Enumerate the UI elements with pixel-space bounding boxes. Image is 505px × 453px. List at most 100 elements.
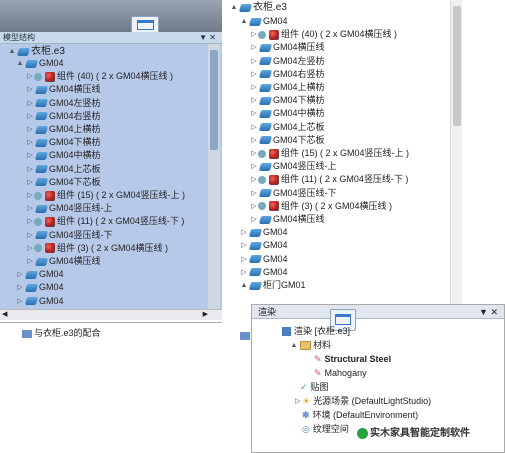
expand-arrow-icon[interactable]: ▷ (26, 242, 34, 255)
tree-item[interactable]: ▷ GM04 (240, 226, 287, 239)
tree-item[interactable]: ▷ GM04右竖枋 (250, 68, 324, 81)
tree-item[interactable]: ▷ GM04右竖枋 (26, 110, 100, 123)
expand-arrow-icon[interactable]: ▷ (250, 187, 258, 200)
expand-arrow-icon[interactable]: ▷ (240, 266, 248, 279)
tree-item[interactable]: ▷ GM04竖压线-下 (26, 229, 112, 242)
tree-item[interactable]: ▷ GM04横压线 (26, 83, 100, 96)
tree-item[interactable]: ▷ 组件 (11) ( 2 x GM04竖压线-下 ) (26, 215, 184, 228)
expand-arrow-icon[interactable]: ▷ (240, 239, 248, 252)
tree-item[interactable]: ▷ GM04上芯板 (250, 121, 324, 134)
expand-arrow-icon[interactable]: ▷ (26, 136, 34, 149)
expand-arrow-icon[interactable]: ▷ (250, 41, 258, 54)
expand-arrow-icon[interactable]: ▲ (290, 339, 298, 352)
expand-arrow-icon[interactable]: ▷ (250, 28, 258, 41)
model-tree-left[interactable]: ▲ 衣柜.e3 ▲ GM04 ▷ 组件 (40) ( 2 x GM04横压线 ) ▷ GM… (0, 44, 222, 320)
expand-arrow-icon[interactable]: ▷ (240, 253, 248, 266)
tree-item[interactable]: ▷ GM04左竖枋 (250, 55, 324, 68)
expand-arrow-icon[interactable]: ▷ (16, 268, 24, 281)
tree-item[interactable]: ▲ 柜门GM01 (240, 279, 306, 292)
tree-item[interactable]: ▷ 组件 (11) ( 2 x GM04竖压线-下 ) (250, 173, 408, 186)
expand-arrow-icon[interactable]: ▷ (250, 121, 258, 134)
expand-arrow-icon[interactable]: ▷ (26, 149, 34, 162)
tree-item[interactable]: ▷ GM04横压线 (250, 41, 324, 54)
materials-node[interactable]: ▲ 材料 (290, 339, 331, 352)
model-tree-right[interactable]: ▲ 衣柜.e3 ▲ GM04 ▷ 组件 (40) ( 2 x GM04横压线 ) ▷ GM… (222, 0, 462, 310)
tree-item[interactable]: ▲ GM04 (240, 15, 288, 28)
expand-arrow-icon[interactable]: ▷ (250, 94, 258, 107)
tree-item[interactable]: ▷ GM04 (16, 268, 63, 281)
tree-item[interactable]: ▷ 组件 (3) ( 2 x GM04横压线 ) (250, 200, 392, 213)
expand-arrow-icon[interactable]: ▷ (250, 134, 258, 147)
expand-arrow-icon[interactable]: ▲ (16, 57, 24, 70)
expand-arrow-icon[interactable]: ▷ (250, 147, 258, 160)
tree-item[interactable]: ▷ GM04下横枋 (26, 136, 100, 149)
tree-item[interactable]: ▷ GM04上横枋 (250, 81, 324, 94)
tree-item[interactable]: ▷ 组件 (40) ( 2 x GM04横压线 ) (250, 28, 397, 41)
tree-item[interactable]: ▷ GM04竖压线-下 (250, 187, 336, 200)
left-hscrollbar[interactable]: ◀ ▶ (0, 309, 222, 320)
tree-item[interactable]: ▲ GM04 (16, 57, 64, 70)
expand-arrow-icon[interactable]: ▷ (294, 395, 302, 408)
tree-item[interactable]: ▷ GM04下芯板 (26, 176, 100, 189)
tree-item[interactable]: ▷ GM04横压线 (26, 255, 100, 268)
tree-item[interactable]: ▷ GM04下横枋 (250, 94, 324, 107)
expand-arrow-icon[interactable]: ▷ (240, 226, 248, 239)
expand-arrow-icon[interactable]: ▷ (26, 97, 34, 110)
tree-item[interactable]: ▷ 组件 (15) ( 2 x GM04竖压线-上 ) (26, 189, 185, 202)
tree-item[interactable]: ▷ GM04下芯板 (250, 134, 324, 147)
panel-header-icons[interactable]: ▼ ✕ (199, 32, 216, 44)
expand-arrow-icon[interactable]: ▷ (250, 68, 258, 81)
expand-arrow-icon[interactable]: ▷ (26, 163, 34, 176)
tree-item[interactable]: ▷ GM04 (240, 239, 287, 252)
expand-arrow-icon[interactable]: ▷ (16, 295, 24, 308)
expand-arrow-icon[interactable]: ▷ (26, 202, 34, 215)
tree-item[interactable]: ▷ GM04 (16, 281, 63, 294)
tree-item[interactable]: ▷ 组件 (15) ( 2 x GM04竖压线-上 ) (250, 147, 409, 160)
tree-item[interactable]: ▷ GM04 (240, 266, 287, 279)
decal-node[interactable]: ✓ 贴图 (300, 381, 329, 394)
expand-arrow-icon[interactable]: ▷ (26, 123, 34, 136)
environment-node[interactable]: ✽ 环境 (DefaultEnvironment) (302, 409, 418, 422)
right-scrollbar[interactable] (450, 0, 462, 305)
expand-arrow-icon[interactable]: ▷ (250, 160, 258, 173)
expand-arrow-icon[interactable]: ▷ (250, 55, 258, 68)
tree-item[interactable]: ▷ GM04左竖枋 (26, 97, 100, 110)
tree-item[interactable]: ▷ GM04 (240, 253, 287, 266)
texture-space-node[interactable]: ◎ 纹理空间 (302, 423, 349, 436)
expand-arrow-icon[interactable]: ▷ (250, 213, 258, 226)
expand-arrow-icon[interactable]: ▲ (8, 45, 16, 58)
tree-item[interactable]: ▷ GM04 (16, 295, 63, 308)
expand-arrow-icon[interactable]: ▷ (26, 110, 34, 123)
tree-item[interactable]: ▷ GM04上芯板 (26, 163, 100, 176)
scroll-thumb[interactable] (210, 50, 218, 150)
tree-item[interactable]: ▷ GM04竖压线-上 (250, 160, 336, 173)
expand-arrow-icon[interactable]: ▷ (250, 173, 258, 186)
scroll-right-icon[interactable]: ▶ (203, 310, 208, 318)
tree-item[interactable]: ▷ GM04中横枋 (250, 107, 324, 120)
expand-arrow-icon[interactable]: ▷ (26, 70, 34, 83)
lighting-node[interactable]: ▷ ☀ 光源场景 (DefaultLightStudio) (294, 395, 431, 408)
expand-arrow-icon[interactable]: ▷ (26, 255, 34, 268)
expand-arrow-icon[interactable]: ▷ (26, 189, 34, 202)
tree-item[interactable]: ▷ GM04中横枋 (26, 149, 100, 162)
expand-arrow-icon[interactable]: ▷ (250, 81, 258, 94)
expand-arrow-icon[interactable]: ▷ (26, 83, 34, 96)
tree-root[interactable]: ▲ 衣柜.e3 (230, 1, 287, 14)
expand-arrow-icon[interactable]: ▷ (26, 229, 34, 242)
expand-arrow-icon[interactable]: ▲ (240, 15, 248, 28)
expand-arrow-icon[interactable]: ▲ (230, 1, 238, 14)
scroll-thumb[interactable] (453, 6, 461, 126)
expand-arrow-icon[interactable]: ▲ (240, 279, 248, 292)
tree-item[interactable]: ▷ GM04横压线 (250, 213, 324, 226)
left-scrollbar[interactable] (208, 44, 220, 320)
expand-arrow-icon[interactable]: ▷ (26, 176, 34, 189)
expand-arrow-icon[interactable]: ▷ (250, 200, 258, 213)
scroll-left-icon[interactable]: ◀ (2, 310, 7, 318)
mates-item[interactable]: 与衣柜.e3的配合 (22, 327, 101, 340)
expand-arrow-icon[interactable]: ▷ (16, 281, 24, 294)
tree-item[interactable]: ▷ GM04上横枋 (26, 123, 100, 136)
expand-arrow-icon[interactable]: ▷ (250, 107, 258, 120)
render-root[interactable]: 渲染 [衣柜.e3] (282, 325, 350, 338)
material-item[interactable]: ✎ Structural Steel (314, 353, 391, 366)
render-header-icons[interactable]: ▼ ✕ (479, 305, 498, 319)
